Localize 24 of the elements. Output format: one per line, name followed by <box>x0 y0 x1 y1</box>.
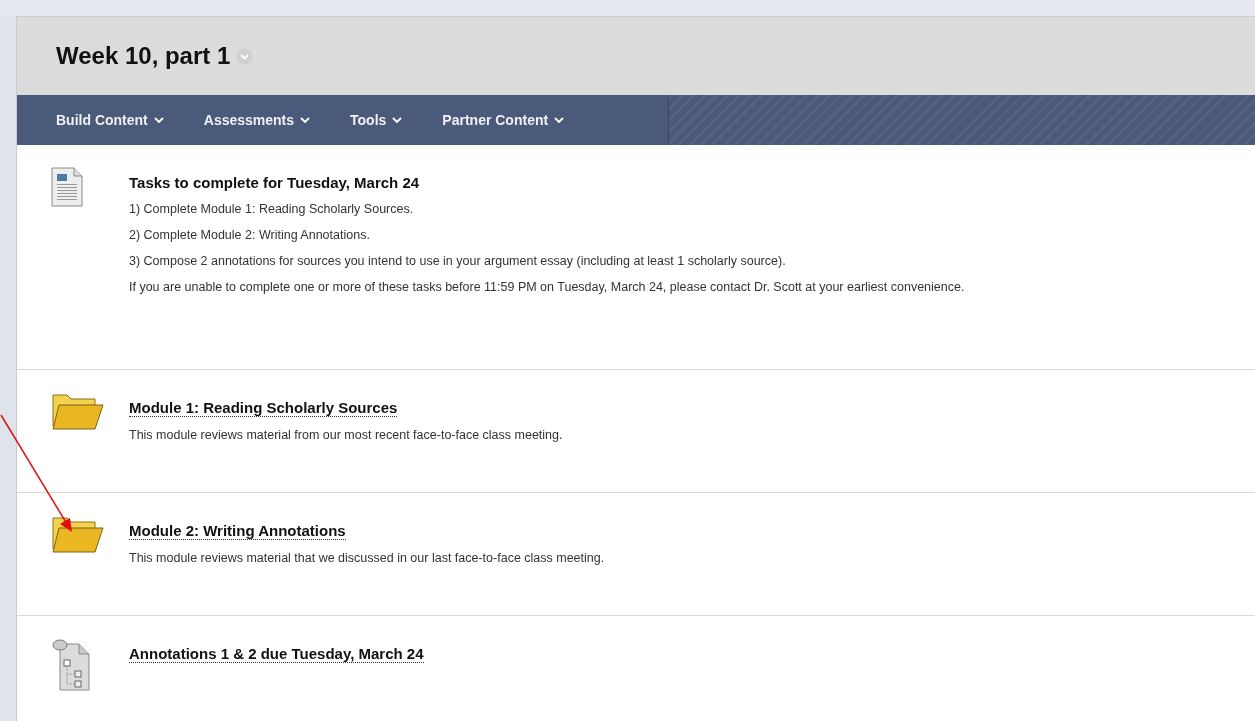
menu-button[interactable]: Assessments <box>190 95 324 145</box>
page-title: Week 10, part 1 <box>56 42 231 70</box>
caret-icon <box>300 116 311 124</box>
item-description: If you are unable to complete one or more of these tasks before 11:59 PM on Tuesday, March 24, please contact Dr. Scott at your earliest convenience. <box>129 279 965 295</box>
learning-module-icon <box>51 638 91 692</box>
item-description: 3) Compose 2 annotations for sources you intend to use in your argument essay (including at least 1 scholarly source). <box>129 253 786 269</box>
menu-button[interactable]: Tools <box>337 95 416 145</box>
item-description: This module reviews material that we discussed in our last face-to-face class meeting. <box>129 550 605 566</box>
folder-icon <box>51 392 105 432</box>
item-description: This module reviews material from our most recent face-to-face class meeting. <box>129 427 563 443</box>
item-link[interactable]: Module 1: Reading Scholarly Sources <box>129 399 398 417</box>
item-link[interactable]: Annotations 1 & 2 due Tuesday, March 24 <box>129 645 424 663</box>
item-title: Tasks to complete for Tuesday, March 24 <box>129 174 420 191</box>
item-description: 2) Complete Module 2: Writing Annotations. <box>129 227 370 243</box>
item-description: 1) Complete Module 1: Reading Scholarly Sources. <box>129 201 414 217</box>
folder-icon <box>51 515 105 555</box>
menu-button[interactable]: Build Content <box>43 95 177 145</box>
caret-icon <box>392 116 403 124</box>
caret-icon <box>153 116 164 124</box>
chevron-icon[interactable] <box>236 47 254 65</box>
item-link[interactable]: Module 2: Writing Annotations <box>129 522 346 540</box>
caret-icon <box>554 116 565 124</box>
document-icon <box>51 167 83 207</box>
menu-button[interactable]: Partner Content <box>429 95 578 145</box>
